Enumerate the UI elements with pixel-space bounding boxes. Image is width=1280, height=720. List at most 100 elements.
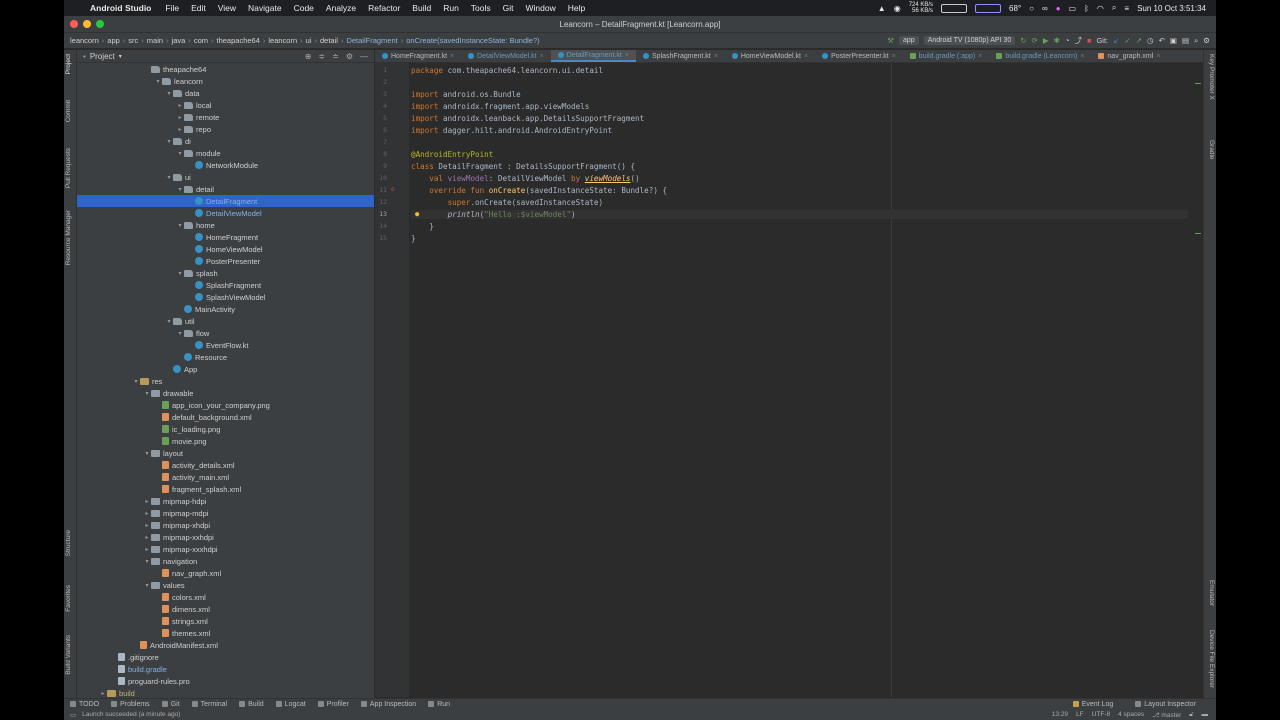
collapse-all-icon[interactable]: ≐ [332, 52, 339, 61]
tree-item[interactable]: SplashFragment [77, 279, 374, 291]
code-line[interactable]: import androidx.fragment.app.viewModels [411, 102, 589, 111]
close-tab-icon[interactable]: × [1156, 53, 1160, 60]
close-tab-icon[interactable]: × [1080, 53, 1084, 60]
override-marker-icon[interactable]: ⊙ [391, 186, 395, 193]
code-line[interactable]: val viewModel: DetailViewModel by viewMo… [411, 174, 639, 183]
hammer-icon[interactable]: ⚒ [887, 36, 894, 45]
tree-item[interactable]: activity_details.xml [77, 459, 374, 471]
sdk-manager-icon[interactable]: ▣ [1170, 36, 1177, 45]
status-toggle-icon[interactable]: ▭ [70, 711, 76, 719]
tool-tab-commit[interactable]: Commit [65, 100, 72, 122]
battery-icon[interactable]: ▭ [1069, 4, 1077, 13]
tree-item[interactable]: ic_loading.png [77, 423, 374, 435]
menu-build[interactable]: Build [412, 3, 431, 13]
tool-tab-gradle[interactable]: Gradle [1208, 140, 1215, 160]
code-line[interactable]: super.onCreate(savedInstanceState) [411, 198, 603, 207]
clock[interactable]: Sun 10 Oct 3:51:34 [1137, 4, 1206, 13]
tree-item[interactable]: ▾ ui [77, 171, 374, 183]
breadcrumb-item[interactable]: main [147, 36, 163, 45]
accessibility-icon[interactable]: ◉ [894, 4, 901, 13]
editor-tab[interactable]: PosterPresenter.kt × [815, 50, 903, 62]
close-tab-icon[interactable]: × [625, 52, 629, 59]
tool-app-inspection[interactable]: App Inspection [360, 701, 416, 708]
apply-changes-icon[interactable]: ⟳ [1032, 36, 1038, 45]
link-icon[interactable]: ∞ [1042, 4, 1048, 13]
menu-refactor[interactable]: Refactor [368, 3, 400, 13]
tree-item[interactable]: ▾ navigation [77, 555, 374, 567]
tree-item[interactable]: SplashViewModel [77, 291, 374, 303]
breadcrumb-item[interactable]: java [172, 36, 186, 45]
tree-item[interactable]: ▸ mipmap-hdpi [77, 495, 374, 507]
tree-item[interactable]: EventFlow.kt [77, 339, 374, 351]
tool-tab-pull-requests[interactable]: Pull Requests [65, 148, 72, 188]
tree-item[interactable]: ▸ mipmap-mdpi [77, 507, 374, 519]
code-line[interactable]: class DetailFragment : DetailsSupportFra… [411, 162, 635, 171]
tool-tab-device-file-explorer[interactable]: Device File Explorer [1208, 630, 1215, 688]
tree-item[interactable]: proguard-rules.pro [77, 675, 374, 687]
tree-item[interactable]: .gitignore [77, 651, 374, 663]
editor-tab[interactable]: DetailFragment.kt × [550, 50, 636, 62]
menu-code[interactable]: Code [294, 3, 314, 13]
menu-analyze[interactable]: Analyze [326, 3, 356, 13]
search-icon[interactable]: ⌕ [1112, 3, 1116, 13]
control-center-icon[interactable]: ≡ [1124, 4, 1129, 13]
tree-item[interactable]: build.gradle [77, 663, 374, 675]
run-config-select[interactable]: app [899, 36, 919, 45]
close-tab-icon[interactable]: × [540, 53, 544, 60]
tree-item[interactable]: ▾ detail [77, 183, 374, 195]
chevron-down-icon[interactable]: ▾ [176, 330, 184, 337]
tree-item[interactable]: ▸ local [77, 99, 374, 111]
chevron-right-icon[interactable]: ▸ [143, 498, 151, 505]
hide-icon[interactable]: — [360, 52, 368, 61]
menu-navigate[interactable]: Navigate [248, 3, 282, 13]
tree-item[interactable]: ▾ drawable [77, 387, 374, 399]
project-view-select[interactable]: Project [90, 52, 115, 61]
chevron-down-icon[interactable]: ▾ [165, 174, 173, 181]
chevron-down-icon[interactable]: ▾ [143, 582, 151, 589]
history-icon[interactable]: ◷ [1147, 36, 1154, 45]
menu-window[interactable]: Window [526, 3, 556, 13]
breadcrumb-item[interactable]: theapache64 [217, 36, 260, 45]
chevron-right-icon[interactable]: ▸ [176, 114, 184, 121]
code-line[interactable]: import android.os.Bundle [411, 90, 521, 99]
chevron-right-icon[interactable]: ▸ [99, 690, 107, 697]
tree-item[interactable]: App [77, 363, 374, 375]
app-name-menu[interactable]: Android Studio [90, 3, 151, 13]
chevron-right-icon[interactable]: ▸ [143, 546, 151, 553]
code-line[interactable]: import dagger.hilt.android.AndroidEntryP… [411, 126, 612, 135]
tool-git[interactable]: Git [161, 701, 180, 708]
git-update-icon[interactable]: ↙ [1113, 36, 1119, 45]
git-push-icon[interactable]: ↗ [1136, 36, 1142, 45]
breadcrumb-item[interactable]: detail [320, 36, 338, 45]
menu-run[interactable]: Run [443, 3, 459, 13]
code-line[interactable]: } [411, 222, 434, 231]
chevron-right-icon[interactable]: ▸ [176, 126, 184, 133]
chevron-down-icon[interactable]: ▾ [132, 378, 140, 385]
tool-build[interactable]: Build [239, 701, 264, 708]
tree-item[interactable]: DetailFragment [77, 195, 374, 207]
tool-tab-structure[interactable]: Structure [65, 530, 72, 556]
code-line[interactable]: package com.theapache64.leancorn.ui.deta… [411, 66, 603, 75]
tree-item[interactable]: ▸ mipmap-xhdpi [77, 519, 374, 531]
breadcrumb-item[interactable]: src [128, 36, 138, 45]
debug-icon[interactable]: ✱ [1054, 36, 1060, 45]
menu-tools[interactable]: Tools [471, 3, 491, 13]
editor-scrollbar[interactable] [1195, 83, 1201, 243]
stop-icon[interactable]: ■ [1087, 36, 1092, 45]
profile-icon[interactable]: ◔ [1065, 36, 1070, 45]
tool-problems[interactable]: Problems [111, 701, 150, 708]
circle-icon[interactable]: ○ [1029, 4, 1034, 13]
menu-view[interactable]: View [218, 3, 236, 13]
lightbulb-icon[interactable]: ● [415, 210, 419, 218]
chevron-right-icon[interactable]: ▸ [143, 510, 151, 517]
tree-item[interactable]: ▾ leancorn [77, 75, 374, 87]
menu-edit[interactable]: Edit [191, 3, 206, 13]
tree-item[interactable]: ▾ res [77, 375, 374, 387]
chevron-down-icon[interactable]: ▾ [165, 318, 173, 325]
git-commit-icon[interactable]: ✓ [1124, 36, 1130, 45]
editor-tab[interactable]: build.gradle (:app) × [903, 50, 990, 62]
breadcrumb-item[interactable]: com [194, 36, 208, 45]
upload-icon[interactable]: ▲ [878, 4, 886, 13]
tool-tab-emulator[interactable]: Emulator [1208, 580, 1215, 606]
zoom-window-icon[interactable] [96, 20, 104, 28]
